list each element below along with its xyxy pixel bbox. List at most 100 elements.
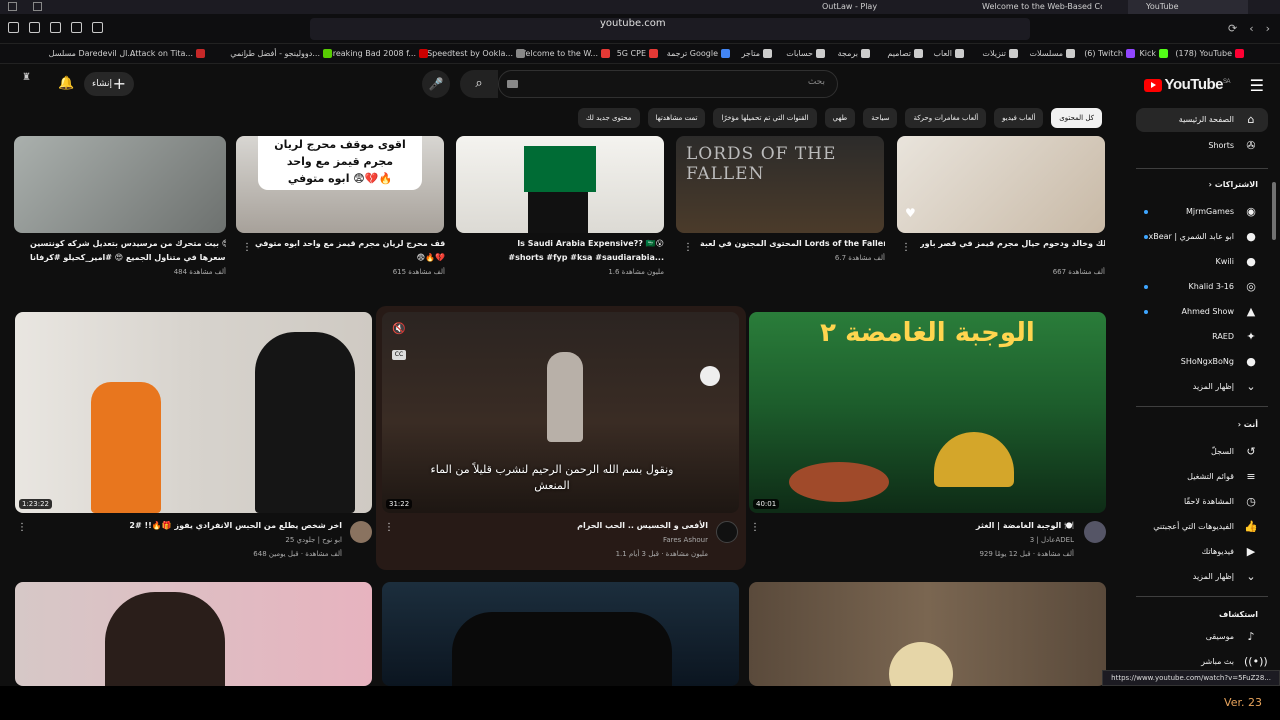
tab-outlaw[interactable]: OutLaw - Play <box>822 0 962 14</box>
bookmark-item[interactable]: (6) Twitch <box>1084 47 1135 61</box>
bookmark-item[interactable]: انمي <box>230 47 246 61</box>
video-thumbnail[interactable]: LORDS OF THE FALLEN <box>676 136 884 233</box>
tab-config[interactable]: Welcome to the Web-Based Config... <box>982 0 1102 14</box>
you-header[interactable]: › أنت <box>1238 420 1258 429</box>
video-thumbnail[interactable] <box>382 582 739 686</box>
sidebar-item-playlists[interactable]: ≡ قوائم التشغيل <box>1136 465 1268 489</box>
account-avatar[interactable]: ♜ <box>22 72 38 94</box>
channel-name[interactable]: Fares Ashour <box>400 536 708 544</box>
bookmark-item[interactable]: تنزيلات <box>982 47 1018 61</box>
subscription-item[interactable]: ◉ MjrmGames <box>1136 200 1268 224</box>
sidebar-item-shorts[interactable]: ✇ Shorts <box>1136 134 1268 158</box>
shield-icon[interactable] <box>29 22 40 33</box>
chip-action-adventure[interactable]: ألعاب مغامرات وحركة <box>905 108 987 128</box>
bookmark-item[interactable]: Attack on Tita... <box>130 47 205 61</box>
sidebar-item-liked[interactable]: 👍 الفيديوهات التي أعجبتني <box>1136 515 1268 539</box>
more-options-icon[interactable]: ⋮ <box>17 522 27 533</box>
subscription-item[interactable]: ✦ RAED <box>1136 325 1268 349</box>
settings-icon[interactable] <box>71 22 82 33</box>
subscriptions-header[interactable]: › الاشتراكات <box>1209 180 1258 189</box>
bookmark-item[interactable]: متاجر <box>742 47 772 61</box>
video-title-line2[interactable]: #shorts #fyp #ksa #saudiarabia... <box>470 252 664 264</box>
subscription-item[interactable]: ● xBear | ابو عابد الشمري <box>1136 225 1268 249</box>
bookmark-item[interactable]: حسابات <box>786 47 825 61</box>
captions-icon[interactable]: CC <box>392 350 406 360</box>
video-title[interactable]: بيت متحرك من مرسيدس بتعديل شركه كونتسين … <box>30 238 226 250</box>
chip-tourism[interactable]: سياحة <box>863 108 898 128</box>
bookmark-item[interactable]: العاب <box>934 47 964 61</box>
channel-name[interactable]: ابو نوح | جلودي 25 <box>30 536 342 544</box>
forward-icon[interactable]: › <box>1266 22 1270 35</box>
video-title-line2[interactable]: 😨🔥💔 <box>255 252 445 264</box>
video-title-line2[interactable]: سعرها في متناول الجميع 😍 #امير_كحيلو #كر… <box>30 252 226 264</box>
sidebar-icon[interactable] <box>92 22 103 33</box>
chip-new-to-you[interactable]: محتوى جديد لك <box>577 108 640 128</box>
show-more-you[interactable]: ⌄ إظهار المزيد <box>1136 565 1268 589</box>
sidebar-item-home[interactable]: ⌂ الصفحة الرئيسية <box>1136 108 1268 132</box>
chip-recently-uploaded[interactable]: القنوات التي تم تحميلها مؤخرًا <box>713 108 817 128</box>
subscription-item[interactable]: ▲ Ahmed Show <box>1136 300 1268 324</box>
keyboard-icon[interactable] <box>507 80 518 88</box>
create-button[interactable]: إنشاء + <box>84 72 134 96</box>
microphone-icon[interactable]: 🎤 <box>422 70 450 98</box>
hamburger-menu-icon[interactable]: ☰ <box>1250 76 1264 95</box>
tab-youtube[interactable]: YouTube <box>1128 0 1248 14</box>
video-thumbnail[interactable] <box>14 136 226 233</box>
reload-icon[interactable]: ⟳ <box>1228 22 1237 35</box>
extension-icon[interactable] <box>50 22 61 33</box>
more-options-icon[interactable]: ⋮ <box>750 522 760 533</box>
chip-video-games[interactable]: ألعاب فيديو <box>994 108 1044 128</box>
video-thumbnail[interactable] <box>456 136 664 233</box>
channel-avatar[interactable] <box>350 521 372 543</box>
video-title[interactable]: اقوى مواقف محرج لريان مجرم قيمز مع واحد … <box>255 238 445 250</box>
more-options-icon[interactable]: ⋮ <box>683 242 693 253</box>
window-icon[interactable] <box>33 2 42 11</box>
bookmark-item[interactable]: ترجمة Google <box>667 47 730 61</box>
subscription-item[interactable]: ● SHoNgxBoNg <box>1136 350 1268 374</box>
video-thumbnail[interactable] <box>15 582 372 686</box>
more-options-icon[interactable]: ⋮ <box>242 242 252 253</box>
notifications-bell-icon[interactable]: 🔔 <box>58 76 74 91</box>
sidebar-item-your-videos[interactable]: ▶ فيديوهاتك <box>1136 540 1268 564</box>
channel-avatar[interactable] <box>716 521 738 543</box>
window-icon[interactable] <box>8 2 17 11</box>
video-thumbnail[interactable]: الوجبة الغامضة ٢ 40:01 <box>749 312 1106 513</box>
bookmark-item[interactable]: مسلسلات <box>1029 47 1075 61</box>
video-thumbnail[interactable]: اقوى موقف محرج لريان مجرم قيمز مع واحد ا… <box>236 136 444 233</box>
video-title[interactable]: Is Saudi Arabia Expensive?? 🇸🇦😮 <box>470 238 664 250</box>
bookmark-item[interactable]: Kick <box>1140 47 1168 61</box>
bookmark-item[interactable]: برمجة <box>838 47 870 61</box>
search-input[interactable]: بحث <box>498 70 838 98</box>
channel-name[interactable]: عادل | 3ADEL <box>780 536 1074 544</box>
video-title[interactable]: الوجبة الغامضة | الغثر 🍽️ <box>780 520 1074 532</box>
chip-all[interactable]: كل المحتوى <box>1051 108 1102 128</box>
bookmark-item[interactable]: دوولينجو - أفضل طر... <box>244 47 332 61</box>
bookmark-item[interactable]: Speedtest by Ookla... <box>427 47 525 61</box>
bookmark-item[interactable]: 5G CPE <box>617 47 658 61</box>
subscription-item[interactable]: ● Kwili <box>1136 250 1268 274</box>
video-thumbnail-preview[interactable]: 🔇 CC ونقول بسم الله الرحمن الرحيم لنشرب … <box>382 312 739 513</box>
chip-watched[interactable]: تمت مشاهدتها <box>647 108 706 128</box>
subscription-item[interactable]: ◎ Khalid 3-16 <box>1136 275 1268 299</box>
youtube-logo[interactable]: YouTubeSA <box>1143 76 1231 93</box>
back-icon[interactable]: ‹ <box>1249 22 1253 35</box>
video-title[interactable]: ملك وخالد ودحوم حيال مجرم قيمز في قصر با… <box>920 238 1105 250</box>
video-title[interactable]: الأفعى و الخسيس .. الحب الحرام <box>400 520 708 532</box>
video-title[interactable]: اخر شخص يطلع من الحبس الانفرادي يفوز 🎁🔥!… <box>30 520 342 532</box>
bookmark-item[interactable]: (178) YouTube <box>1175 47 1244 61</box>
sidebar-scrollbar[interactable] <box>1272 182 1276 240</box>
bookmark-item[interactable]: تصاميم <box>887 47 923 61</box>
show-more-subscriptions[interactable]: ⌄ إظهار المزيد <box>1136 375 1268 399</box>
sidebar-item-history[interactable]: ↺ السجلّ <box>1136 440 1268 464</box>
video-thumbnail[interactable]: 1:23:22 <box>15 312 372 513</box>
search-button[interactable]: ⌕ <box>460 70 498 98</box>
mute-icon[interactable]: 🔇 <box>392 322 406 335</box>
channel-avatar[interactable] <box>1084 521 1106 543</box>
more-options-icon[interactable]: ⋮ <box>384 522 394 533</box>
video-title[interactable]: المحتوى المجنون في لعبة Lords of the Fal… <box>700 238 885 250</box>
sidebar-item-music[interactable]: ♪ موسيقى <box>1136 625 1268 649</box>
sidebar-item-watch-later[interactable]: ◷ المشاهدة لاحقًا <box>1136 490 1268 514</box>
video-thumbnail[interactable] <box>749 582 1106 686</box>
chip-cooking[interactable]: طهي <box>824 108 856 128</box>
menu-icon[interactable] <box>8 22 19 33</box>
